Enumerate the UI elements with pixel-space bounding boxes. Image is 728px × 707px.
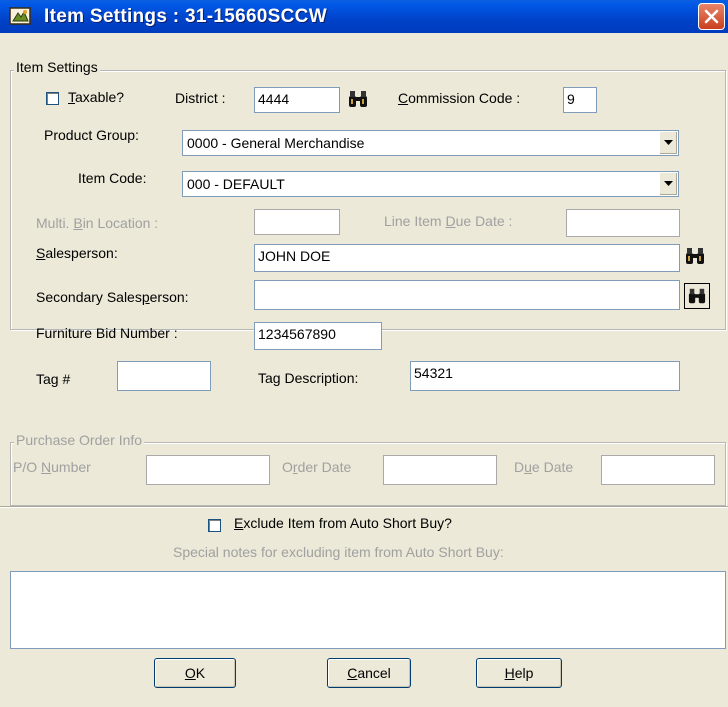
salesperson-input[interactable]: JOHN DOE bbox=[254, 244, 680, 272]
window-title: Item Settings : 31-15660SCCW bbox=[44, 6, 327, 27]
po-number-label: P/O Number bbox=[13, 459, 91, 475]
close-icon bbox=[704, 9, 719, 24]
special-notes-label: Special notes for excluding item from Au… bbox=[173, 544, 504, 560]
taxable-checkbox[interactable] bbox=[46, 92, 59, 105]
help-button[interactable]: Help bbox=[476, 658, 562, 688]
item-settings-legend: Item Settings bbox=[14, 59, 100, 75]
line-item-due-date-input[interactable] bbox=[566, 209, 680, 237]
chevron-down-icon bbox=[664, 140, 673, 145]
purchase-order-legend: Purchase Order Info bbox=[14, 432, 145, 448]
special-notes-textarea[interactable] bbox=[10, 571, 726, 649]
multi-bin-location-input[interactable] bbox=[254, 209, 340, 235]
secondary-salesperson-search-button[interactable] bbox=[684, 283, 710, 309]
item-code-label: Item Code: bbox=[78, 170, 147, 186]
product-group-dropdown-button[interactable] bbox=[659, 132, 677, 154]
tag-description-input[interactable]: 54321 bbox=[410, 361, 680, 391]
furniture-bid-number-input[interactable]: 1234567890 bbox=[254, 322, 382, 350]
secondary-salesperson-main-label: Secondary Salesperson: bbox=[36, 289, 189, 305]
line-item-due-date-label: Line Item Due Date : bbox=[384, 213, 513, 229]
product-group-value: 0000 - General Merchandise bbox=[187, 135, 365, 151]
district-label: District : bbox=[175, 90, 226, 106]
exclude-auto-short-buy-checkbox[interactable] bbox=[208, 519, 221, 532]
app-window-icon bbox=[9, 7, 31, 25]
salesperson-label: Salesperson: bbox=[36, 245, 118, 261]
commission-code-input[interactable]: 9 bbox=[563, 87, 597, 113]
tag-description-label: Tag Description: bbox=[258, 370, 359, 386]
section-divider bbox=[0, 506, 728, 507]
order-date-input[interactable] bbox=[383, 455, 497, 485]
dialog-body: Item Settings Taxable? District : 4444 C… bbox=[0, 33, 728, 707]
furniture-bid-number-label: Furniture Bid Number : bbox=[36, 325, 178, 341]
item-code-value: 000 - DEFAULT bbox=[187, 176, 285, 192]
cancel-button[interactable]: Cancel bbox=[327, 658, 411, 688]
item-code-dropdown-button[interactable] bbox=[659, 173, 677, 195]
item-code-select[interactable]: 000 - DEFAULT bbox=[182, 171, 679, 197]
taxable-label[interactable]: Taxable? bbox=[68, 89, 124, 105]
exclude-auto-short-buy-label[interactable]: Exclude Item from Auto Short Buy? bbox=[234, 515, 452, 531]
district-input[interactable]: 4444 bbox=[254, 87, 340, 113]
tag-number-label: Tag # bbox=[36, 371, 71, 387]
district-search-icon[interactable] bbox=[347, 89, 369, 109]
salesperson-search-icon[interactable] bbox=[684, 246, 706, 266]
multi-bin-location-label: Multi. Bin Location : bbox=[36, 215, 159, 231]
due-date-label: Due Date bbox=[514, 459, 574, 475]
title-bar[interactable]: Item Settings : 31-15660SCCW bbox=[0, 0, 728, 33]
due-date-input[interactable] bbox=[601, 455, 715, 485]
product-group-label: Product Group: bbox=[44, 127, 139, 143]
chevron-down-icon bbox=[664, 181, 673, 186]
order-date-label: Order Date bbox=[282, 459, 352, 475]
close-button[interactable] bbox=[698, 3, 725, 30]
product-group-select[interactable]: 0000 - General Merchandise bbox=[182, 130, 679, 156]
binoculars-icon bbox=[688, 288, 706, 304]
commission-code-label: Commission Code : bbox=[398, 90, 521, 106]
tag-number-input[interactable] bbox=[117, 361, 211, 391]
secondary-salesperson-input[interactable] bbox=[254, 280, 680, 310]
ok-button[interactable]: OK bbox=[154, 658, 236, 688]
po-number-input[interactable] bbox=[146, 455, 270, 485]
